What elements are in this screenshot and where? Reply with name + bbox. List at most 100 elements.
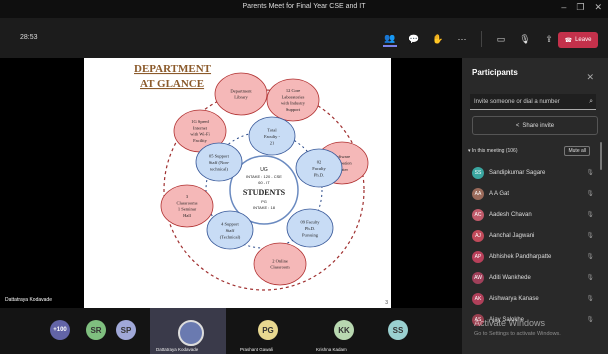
scrollbar[interactable] (600, 142, 602, 170)
inner-bubble-text: 05 Support (209, 154, 230, 159)
invite-input[interactable]: Invite someone or dial a number ⌕ (470, 94, 596, 110)
inner-bubble-text: 4 Support (221, 222, 239, 227)
participant-name: Aishwarya Kanase (489, 295, 539, 302)
center-text-4: STUDENTS (243, 188, 286, 197)
meeting-toolbar: 28:53 👥 💬 ✋ ⋯ ▭ 🎙 ⇪ ☎ Leave (0, 18, 608, 58)
panel-title: Participants (472, 68, 518, 77)
share-screen-icon[interactable]: ⇪ (542, 32, 556, 46)
participant-name: Aadesh Chavan (489, 211, 532, 218)
tile-name: Prashant Gawali (240, 347, 274, 352)
mic-muted-icon[interactable]: 🎙 (586, 190, 594, 197)
avatar: AJ (472, 229, 484, 242)
avatar: AP (472, 250, 484, 263)
avatar: AC (472, 208, 484, 221)
participant-row[interactable]: AJ Aanchal Jagwani 🎙 (472, 225, 596, 246)
bubble-text: with Wi-Fi (190, 132, 210, 137)
bubble-text: Classrooms (176, 200, 197, 205)
bubble-text: 2 Online (272, 258, 288, 263)
more-count: +100 (50, 320, 70, 340)
bubble-text: 1G Speed (191, 119, 209, 124)
bubble-text: 1 Seminar (178, 207, 197, 212)
participant-name: Aanchal Jagwani (489, 232, 535, 239)
mic-muted-icon[interactable]: 🎙 (586, 169, 594, 176)
title-bar: Parents Meet for Final Year CSE and IT –… (0, 0, 608, 18)
tile-name: Krishna Kadam (316, 347, 347, 352)
inner-bubble: 05 SupportStaff (Non-technical) (195, 142, 243, 182)
avatar: AK (472, 292, 484, 305)
avatar: AW (472, 271, 484, 284)
more-participants-tile[interactable]: +100 (46, 308, 76, 354)
inner-bubble-text: Staff (Non- (209, 160, 230, 165)
raise-hand-icon[interactable]: ✋ (431, 32, 445, 46)
presenter-label: Dattatraya Kodavade (3, 296, 54, 304)
participant-name: Aditi Wankhede (489, 274, 531, 281)
chat-icon[interactable]: 💬 (407, 32, 421, 46)
participant-row[interactable]: AW Aditi Wankhede 🎙 (472, 267, 596, 288)
video-gallery: +100 SR SP Dattatraya Kodavade PG Prashant G… (0, 308, 462, 354)
leave-button[interactable]: ☎ Leave (558, 32, 598, 48)
more-options-icon[interactable]: ⋯ (455, 32, 469, 46)
inner-bubble-text: Faculty (312, 166, 326, 171)
window-title: Parents Meet for Final Year CSE and IT (242, 3, 366, 10)
bubble-text: Support (286, 107, 301, 112)
participant-avatar-tile[interactable]: SP (112, 308, 140, 354)
presentation-slide: DEPARTMENT AT GLANCE UG INTAKE : 120 - C… (84, 58, 391, 308)
minimize-icon[interactable]: – (561, 2, 566, 13)
close-panel-icon[interactable]: ✕ (586, 72, 594, 83)
inner-bubble-text: Staff (226, 228, 235, 233)
maximize-icon[interactable]: ❐ (576, 2, 584, 13)
inner-bubble-text: Total (267, 128, 277, 133)
window-controls: – ❐ ✕ (561, 2, 602, 13)
close-window-icon[interactable]: ✕ (594, 2, 602, 13)
mic-muted-icon[interactable]: 🎙 (586, 232, 594, 239)
participant-avatar-tile[interactable]: SS (384, 308, 412, 354)
mic-muted-icon[interactable]: 🎙 (586, 295, 594, 302)
slide-diagram: DEPARTMENT AT GLANCE UG INTAKE : 120 - C… (134, 63, 369, 291)
participant-video-tile[interactable]: PG Prashant Gawali (234, 308, 304, 354)
in-meeting-header[interactable]: ▾ In this meeting (106) Mute all (468, 145, 590, 157)
mute-all-button[interactable]: Mute all (564, 146, 590, 156)
shared-screen-stage: DEPARTMENT AT GLANCE UG INTAKE : 120 - C… (0, 58, 462, 308)
camera-off-icon[interactable]: ▭ (494, 32, 508, 46)
mic-off-icon[interactable]: 🎙 (518, 32, 532, 46)
meeting-count: In this meeting (106) (471, 148, 518, 154)
avatar: SS (388, 320, 408, 340)
share-invite-button[interactable]: < Share invite (472, 116, 598, 135)
mic-muted-icon[interactable]: 🎙 (586, 316, 594, 323)
inner-bubble: 4 SupportStaff (Technical) (206, 210, 254, 250)
avatar: PG (258, 320, 278, 340)
meeting-timer: 28:53 (20, 34, 38, 41)
inner-bubble-text: 02 (317, 160, 322, 165)
bubble-text: Library (234, 95, 248, 100)
mic-muted-icon[interactable]: 🎙 (586, 274, 594, 281)
bubble-text: Internet (193, 125, 208, 130)
inner-bubble-text: Ph.D. (314, 173, 324, 178)
participant-name: A A Gat (489, 190, 510, 197)
participants-panel: Participants ✕ Invite someone or dial a … (462, 58, 608, 354)
bubble-text: Hall (183, 213, 191, 218)
bubble-text: Laboratories (282, 94, 305, 99)
inner-bubble: TotalFaculty - 21 (248, 116, 296, 156)
center-text-5: PG (261, 199, 267, 204)
mic-muted-icon[interactable]: 🎙 (586, 253, 594, 260)
inner-bubble-text: Ph.D. (305, 226, 315, 231)
avatar: SR (86, 320, 106, 340)
participant-row[interactable]: AP Abhishek Pandharpatte 🎙 (472, 246, 596, 267)
inner-bubble-text: (Technical) (220, 235, 241, 240)
mic-muted-icon[interactable]: 🎙 (586, 211, 594, 218)
participant-row[interactable]: AK Aishwarya Kanase 🎙 (472, 288, 596, 309)
participant-video-tile[interactable]: Dattatraya Kodavade (150, 308, 226, 354)
participants-icon[interactable]: 👥 (383, 31, 397, 47)
inner-bubble-text: 09 Faculty (300, 220, 320, 225)
slide-heading-2: AT GLANCE (140, 78, 204, 90)
participant-video-tile[interactable]: KK Krishna Kadam (310, 308, 380, 354)
activate-windows-watermark: Activate Windows (474, 318, 546, 328)
participant-row[interactable]: AC Aadesh Chavan 🎙 (472, 204, 596, 225)
participant-name: Abhishek Pandharpatte (489, 253, 552, 260)
participant-row[interactable]: SS Sandipkumar Sagare 🎙 (472, 162, 596, 183)
bubble-text: Facility (193, 138, 207, 143)
participant-row[interactable]: AA A A Gat 🎙 (472, 183, 596, 204)
participant-avatar-tile[interactable]: SR (82, 308, 110, 354)
inner-bubble-text: Pursuing (302, 233, 319, 238)
search-icon: ⌕ (589, 98, 593, 105)
